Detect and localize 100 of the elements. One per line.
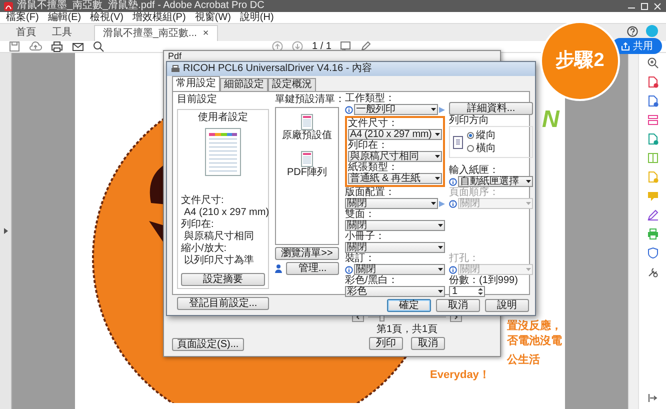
tab[interactable]: 工具	[44, 25, 80, 41]
dialog-button[interactable]: 確定	[387, 298, 431, 312]
shield-icon[interactable]	[646, 247, 658, 259]
menu-item[interactable]: 編輯(E)	[48, 12, 82, 24]
document-icon	[301, 151, 313, 167]
expand-icon[interactable]	[4, 228, 8, 234]
menu-item[interactable]: 說明(H)	[240, 12, 274, 24]
field-label: 文件尺寸：	[348, 119, 399, 129]
caret-icon	[438, 224, 443, 227]
up-arrow-icon[interactable]	[272, 41, 283, 52]
radio-button[interactable]	[467, 132, 474, 139]
close-button[interactable]: ×	[202, 28, 209, 38]
zoom-icon[interactable]	[93, 41, 104, 52]
dropdown[interactable]: 彩色	[345, 286, 445, 297]
group-label: 目前設定	[177, 94, 218, 105]
dropdown[interactable]: 一般列印	[354, 104, 438, 115]
list-label: 單鍵預設清單：	[275, 94, 339, 105]
field-label: 版面配置：	[345, 188, 396, 198]
page-setup-button[interactable]: 頁面設定(S)...	[172, 338, 244, 351]
register-button[interactable]: 登記目前設定...	[177, 297, 269, 310]
dropdown[interactable]: 關閉	[345, 242, 445, 253]
user-icon	[275, 264, 282, 273]
caret-icon	[431, 202, 436, 205]
caret-icon	[431, 108, 436, 111]
page-info: 第1頁，共1頁	[376, 324, 438, 335]
menu-item[interactable]: 檔案(F)	[6, 12, 39, 24]
dropdown[interactable]: 與原稿尺寸相同	[348, 151, 442, 162]
close-icon[interactable]	[653, 2, 662, 10]
manage-button[interactable]: 管理...	[286, 262, 339, 275]
logo-fragment: N	[542, 107, 560, 133]
caret-icon	[526, 202, 531, 205]
field-label: 小冊子：	[345, 232, 386, 242]
radio-label: 橫向	[476, 143, 496, 154]
help-icon[interactable]	[627, 26, 638, 36]
caret-icon	[526, 180, 531, 183]
details-button[interactable]: 詳細資料...	[449, 102, 533, 115]
cloud-upload-icon[interactable]	[29, 41, 42, 52]
document-text: 公生活	[507, 354, 540, 367]
dialog-button[interactable]: 列印	[369, 337, 403, 350]
dropdown[interactable]: 普通紙 & 再生紙	[348, 173, 442, 184]
caret-icon	[435, 133, 440, 136]
caret-icon	[438, 246, 443, 249]
preset-item[interactable]: PDF陣列	[287, 167, 327, 178]
summary-text: 列印在:	[181, 219, 215, 230]
save-icon[interactable]	[9, 41, 20, 52]
layout-icon[interactable]	[646, 114, 658, 126]
caret-icon	[435, 155, 440, 158]
field-label: 裝訂：	[345, 254, 376, 264]
dropdown[interactable]: A4 (210 x 297 mm)	[348, 129, 442, 140]
field-label: 打孔：	[449, 254, 480, 264]
document-icon[interactable]	[646, 76, 658, 88]
preset-item[interactable]: 原廠預設值	[282, 130, 332, 141]
pen-icon[interactable]	[360, 41, 372, 52]
spin-field[interactable]: 1	[449, 286, 485, 297]
field-label: 列印在：	[348, 141, 388, 151]
printer-icon[interactable]	[51, 41, 63, 52]
document-text: 否電池沒電	[507, 335, 562, 348]
tab[interactable]: 設定概況	[268, 78, 316, 91]
spinner-arrows-icon	[477, 287, 484, 296]
dialog-button[interactable]: 取消	[411, 337, 445, 350]
tab[interactable]: 細節設定	[220, 78, 268, 91]
comment-icon[interactable]	[340, 41, 352, 52]
document-icon[interactable]	[646, 133, 658, 145]
dropdown[interactable]: 關閉	[354, 264, 445, 275]
maximize-icon[interactable]	[640, 2, 649, 10]
dialog-button[interactable]: 說明	[485, 298, 529, 312]
mail-icon[interactable]	[72, 42, 84, 52]
wrench-icon[interactable]	[646, 266, 658, 278]
summary-text: 以列印尺寸為準	[183, 255, 255, 266]
radio-button[interactable]	[467, 145, 474, 152]
pen-icon[interactable]	[646, 209, 658, 221]
menu-item[interactable]: 檢視(V)	[90, 12, 124, 24]
tab[interactable]: 常用設定	[172, 76, 220, 91]
dropdown[interactable]: 關閉	[345, 220, 445, 231]
caret-icon	[435, 177, 440, 180]
caret-icon	[438, 268, 443, 271]
field-label: 工作類型：	[345, 94, 396, 104]
group-label: 列印方向	[449, 116, 490, 126]
settings-name: 使用者設定	[197, 112, 249, 123]
summary-button[interactable]: 設定摘要	[181, 273, 265, 286]
app-icon	[4, 2, 13, 10]
menu-item[interactable]: 增效模組(P)	[132, 12, 186, 24]
document-icon	[301, 114, 313, 130]
dialog-title: Pdf	[167, 51, 183, 61]
field-label: 份數：(1到999)	[449, 276, 519, 286]
collapse-icon[interactable]	[648, 393, 658, 403]
summary-text: 文件尺寸:	[181, 195, 225, 206]
tab[interactable]: 滑鼠不擅墨_南亞數... ×	[94, 25, 218, 41]
summary-text: 與原稿尺寸相同	[183, 231, 255, 242]
caret-icon	[438, 290, 443, 293]
document-icon[interactable]	[646, 95, 658, 107]
share-icon	[621, 42, 630, 50]
browse-button[interactable]: 瀏覽清單>>	[275, 247, 339, 260]
dropdown[interactable]: 關閉	[345, 198, 438, 209]
zoom-icon[interactable]	[646, 57, 658, 69]
menu-item[interactable]: 視窗(W)	[194, 12, 231, 24]
tab[interactable]: 首頁	[8, 25, 44, 41]
down-arrow-icon[interactable]	[292, 41, 303, 52]
dialog-button[interactable]: 取消	[436, 298, 480, 312]
dropdown[interactable]: 自動紙匣選擇	[458, 176, 533, 187]
